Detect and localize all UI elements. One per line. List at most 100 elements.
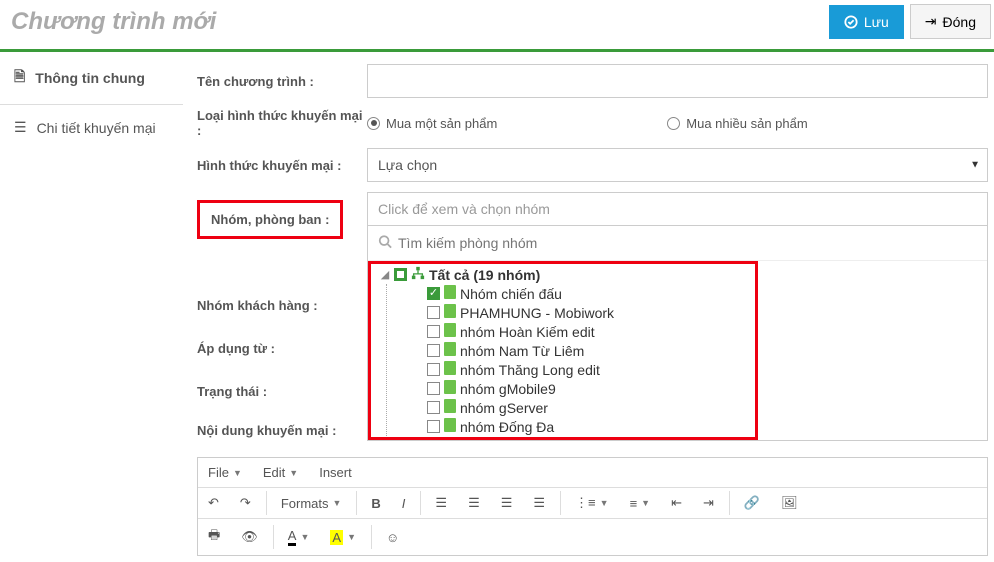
bold-button[interactable]: B [361, 489, 391, 518]
sidebar-item-detail[interactable]: ☰ Chi tiết khuyến mại [0, 105, 183, 151]
image-button[interactable]: 🖼 [771, 488, 809, 518]
formats-dropdown[interactable]: Formats ▼ [271, 489, 353, 518]
page-header: Chương trình mới Lưu ⇥ Đóng [0, 0, 994, 52]
tree-node[interactable]: ▸nhóm gServer [413, 398, 987, 417]
tree-node-label: PHAMHUNG - Mobiwork [460, 305, 614, 321]
menu-edit[interactable]: Edit ▼ [253, 458, 309, 487]
group-label-highlight: Nhóm, phòng ban : [197, 200, 343, 239]
text-color-button[interactable]: A ▼ [278, 521, 321, 553]
radio-one-product[interactable]: Mua một sản phẩm [367, 116, 497, 131]
tree-node[interactable]: ▸nhóm Hoàn Kiếm edit [413, 322, 987, 341]
tree-checkbox[interactable] [394, 268, 407, 281]
tree-node-label: nhóm gServer [460, 400, 548, 416]
redo-button[interactable]: ↷ [230, 488, 262, 518]
tree-node-label: nhóm Hoàn Kiếm edit [460, 324, 595, 340]
group-search-input[interactable] [368, 226, 987, 260]
promo-form-select[interactable]: Lựa chọn [367, 148, 988, 182]
separator [266, 491, 267, 515]
tree-checkbox[interactable] [427, 287, 440, 300]
program-name-label: Tên chương trình : [197, 74, 367, 89]
tree-checkbox[interactable] [427, 363, 440, 376]
align-center-button[interactable]: ☰ [458, 488, 491, 518]
tree-node-label: nhóm gMobile9 [460, 381, 556, 397]
check-circle-icon [844, 15, 858, 29]
radio-icon [367, 117, 380, 130]
undo-button[interactable]: ↶ [198, 488, 230, 518]
chevron-down-icon: ▼ [300, 532, 309, 542]
outdent-button[interactable]: ⇤ [661, 488, 693, 518]
italic-button[interactable]: I [392, 489, 417, 518]
group-icon [444, 418, 456, 435]
indent-button[interactable]: ⇥ [693, 488, 725, 518]
tree-checkbox[interactable] [427, 344, 440, 357]
tree-node[interactable]: ▸nhóm Thăng Long edit [413, 360, 987, 379]
tree-wrap: ◢ Tất cả (19 nhóm) ▸Nhóm chiến đấu▸PHAMH… [368, 261, 987, 440]
content-label: Nội dung khuyến mại : [197, 423, 367, 438]
apply-from-label: Áp dụng từ : [197, 341, 367, 356]
tree-node[interactable]: ▸nhóm gMobile9 [413, 379, 987, 398]
row-program-name: Tên chương trình : [197, 64, 988, 98]
overlay-labels: Nhóm khách hàng : Áp dụng từ : Trạng thá… [197, 240, 367, 438]
tree-checkbox[interactable] [427, 382, 440, 395]
group-label: Nhóm, phòng ban : [203, 206, 337, 233]
save-button[interactable]: Lưu [829, 5, 904, 39]
tree-node[interactable]: ▸PHAMHUNG - Mobiwork [413, 303, 987, 322]
tree-checkbox[interactable] [427, 420, 440, 433]
group-icon [444, 361, 456, 378]
preview-button[interactable]: 👁 [231, 522, 269, 552]
group-icon [444, 285, 456, 302]
formats-label: Formats [281, 496, 329, 511]
menu-insert[interactable]: Insert [309, 458, 363, 487]
promo-form-value: Lựa chọn [378, 157, 437, 173]
align-justify-button[interactable]: ☰ [523, 488, 556, 518]
bg-color-button[interactable]: A ▼ [320, 523, 367, 552]
tree-checkbox[interactable] [427, 325, 440, 338]
toolbar-extra-row: 🖶 👁 A ▼ A ▼ ☺ [198, 519, 987, 555]
main-panel: Tên chương trình : Loại hình thức khuyến… [183, 52, 994, 562]
tree-root[interactable]: ◢ Tất cả (19 nhóm) [380, 265, 987, 284]
toolbar-menu-row: File ▼ Edit ▼ Insert [198, 458, 987, 488]
tree-node[interactable]: ▸nhóm Đống Đa [413, 417, 987, 436]
print-button[interactable]: 🖶 [198, 519, 231, 555]
align-left-button[interactable]: ☰ [425, 488, 458, 518]
close-button-label: Đóng [943, 14, 976, 30]
menu-insert-label: Insert [319, 465, 352, 480]
menu-file[interactable]: File ▼ [198, 458, 253, 487]
save-button-label: Lưu [864, 14, 889, 30]
tree-node-label: Nhóm chiến đấu [460, 286, 562, 302]
close-button[interactable]: ⇥ Đóng [910, 4, 991, 39]
tree-checkbox[interactable] [427, 401, 440, 414]
group-click-input[interactable]: Click để xem và chọn nhóm [367, 192, 988, 226]
group-search-wrap [368, 226, 987, 261]
number-list-button[interactable]: ≡ ▼ [620, 489, 662, 518]
emoji-button[interactable]: ☺ [376, 523, 410, 552]
separator [356, 491, 357, 515]
tree-collapse-icon[interactable]: ◢ [380, 268, 390, 281]
customer-group-label: Nhóm khách hàng : [197, 298, 367, 313]
tree-root-label: Tất cả (19 nhóm) [429, 267, 540, 283]
sidebar-item-label: Chi tiết khuyến mại [37, 120, 156, 136]
tree-checkbox[interactable] [427, 306, 440, 319]
sidebar-item-general[interactable]: 🗎 Thông tin chung [0, 52, 183, 105]
group-icon [444, 342, 456, 359]
separator [371, 525, 372, 549]
promo-form-control: Lựa chọn ▼ [367, 148, 988, 182]
logout-icon: ⇥ [925, 13, 937, 30]
program-name-input[interactable] [367, 64, 988, 98]
tree-node[interactable]: ▸nhóm Nam Từ Liêm [413, 341, 987, 360]
link-button[interactable]: 🔗 [734, 488, 771, 518]
group-icon [444, 399, 456, 416]
row-promo-form: Hình thức khuyến mại : Lựa chọn ▼ [197, 148, 988, 182]
tree-node[interactable]: ▸Nhóm chiến đấu [413, 284, 987, 303]
row-promo-type: Loại hình thức khuyến mại : Mua một sản … [197, 108, 988, 138]
align-right-button[interactable]: ☰ [491, 488, 524, 518]
separator [273, 525, 274, 549]
radio-many-products[interactable]: Mua nhiều sản phẩm [667, 116, 807, 131]
tree-node-label: nhóm Đống Đa [460, 419, 554, 435]
group-label-wrap: Nhóm, phòng ban : [197, 192, 367, 239]
status-label: Trạng thái : [197, 384, 367, 399]
group-tree-panel: ◢ Tất cả (19 nhóm) ▸Nhóm chiến đấu▸PHAMH… [367, 226, 988, 441]
menu-file-label: File [208, 465, 229, 480]
chevron-down-icon: ▼ [641, 498, 650, 508]
bullet-list-button[interactable]: ⋮≡ ▼ [565, 488, 620, 518]
